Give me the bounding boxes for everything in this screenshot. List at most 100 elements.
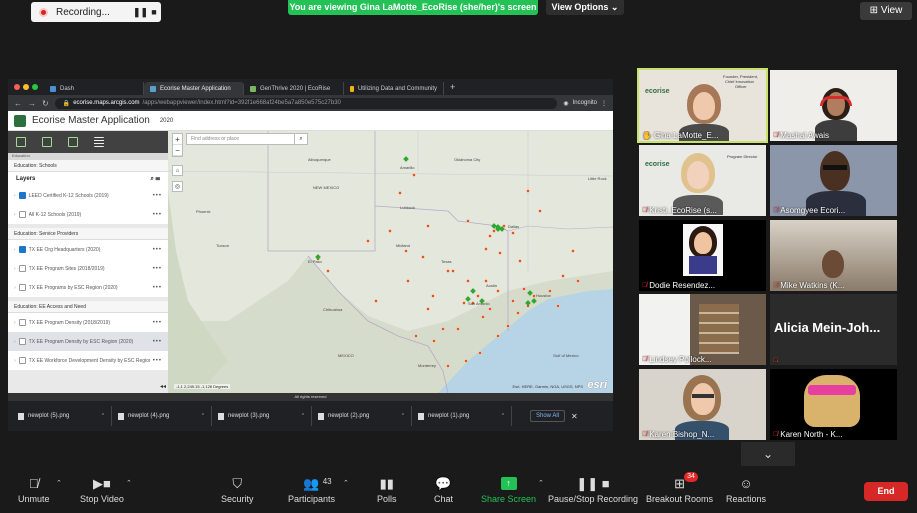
download-item[interactable]: newplot (5).png ⌃ (12, 406, 112, 426)
chat-button[interactable]: 💬 Chat (434, 474, 453, 504)
participant-tile[interactable]: 🎙̸ Mike Watkins (K... (770, 220, 897, 291)
program-site-point[interactable] (456, 327, 460, 331)
locate-icon[interactable]: ◎ (172, 181, 183, 192)
browser-tab[interactable]: Dash (44, 82, 144, 95)
program-site-point[interactable] (496, 289, 500, 293)
layer-row[interactable]: › TX EE Program Density (2018/2019) ••• (8, 313, 168, 332)
program-site-point[interactable] (464, 359, 468, 363)
layer-row[interactable]: › TX EE Org Headquarters (2020) ••• (8, 240, 168, 259)
layer-checkbox[interactable] (18, 192, 26, 199)
program-site-point[interactable] (412, 173, 416, 177)
program-site-point[interactable] (522, 287, 526, 291)
reload-icon[interactable]: ↻ (42, 99, 49, 108)
layer-checkbox[interactable] (18, 211, 26, 218)
back-icon[interactable]: ← (14, 99, 22, 108)
program-site-point[interactable] (481, 315, 485, 319)
expand-caret-icon[interactable]: › (14, 212, 16, 218)
browser-tab[interactable]: Utilizing Data and Community (344, 82, 444, 95)
zoom-out-icon[interactable]: − (173, 145, 182, 156)
polls-button[interactable]: ▮▮ Polls (377, 474, 397, 504)
expand-caret-icon[interactable]: › (14, 285, 16, 291)
more-options-icon[interactable]: ••• (153, 193, 162, 199)
view-button[interactable]: ⊞ View (860, 2, 912, 20)
security-button[interactable]: ⛉ Security (221, 474, 254, 504)
expand-caret-icon[interactable]: › (14, 358, 16, 364)
participant-tile[interactable]: 🎙̸ Karen North - K... (770, 369, 897, 440)
unmute-button[interactable]: 🎙̸ Unmute (18, 474, 50, 504)
program-site-point[interactable] (466, 279, 470, 283)
program-site-point[interactable] (404, 249, 408, 253)
map-search-input[interactable]: Find address or place (186, 133, 306, 145)
search-icon[interactable]: ⌕ (294, 133, 308, 145)
view-options-button[interactable]: View Options ⌄ (546, 0, 624, 15)
reactions-button[interactable]: ☺ Reactions (726, 474, 766, 504)
participant-tile[interactable]: ecorise Founder, President, Chief Innova… (637, 68, 768, 143)
program-site-point[interactable] (488, 234, 492, 238)
program-site-point[interactable] (466, 219, 470, 223)
program-site-point[interactable] (561, 274, 565, 278)
layer-checkbox[interactable] (18, 246, 26, 253)
end-meeting-button[interactable]: End (864, 482, 908, 501)
browser-tab[interactable]: GenThrive 2020 | EcoRise (244, 82, 344, 95)
program-site-point[interactable] (484, 247, 488, 251)
share-options-caret-icon[interactable]: ⌃ (538, 479, 544, 487)
participant-tile[interactable]: 🎙̸ Mashal Awais (770, 70, 897, 141)
program-site-point[interactable] (446, 364, 450, 368)
chevron-up-icon[interactable]: ⌃ (101, 413, 105, 419)
program-site-point[interactable] (366, 239, 370, 243)
program-site-point[interactable] (406, 279, 410, 283)
video-options-caret-icon[interactable]: ⌃ (126, 479, 132, 487)
expand-caret-icon[interactable]: › (14, 339, 16, 345)
layer-row[interactable]: › LEED Certified K-12 Schools (2019) ••• (8, 186, 168, 205)
expand-caret-icon[interactable]: › (14, 193, 16, 199)
program-site-point[interactable] (498, 251, 502, 255)
program-site-point[interactable] (496, 334, 500, 338)
collapse-panel-icon[interactable]: ◂◂ (160, 383, 166, 390)
layer-checkbox[interactable] (18, 338, 26, 345)
zoom-in-icon[interactable]: + (173, 134, 182, 145)
participants-button[interactable]: 👥 43 Participants (288, 474, 335, 504)
chevron-up-icon[interactable]: ⌃ (201, 413, 205, 419)
show-all-downloads-button[interactable]: Show All (530, 410, 566, 422)
layer-checkbox[interactable] (18, 284, 26, 291)
pause-recording-icon[interactable]: ❚❚ (133, 7, 148, 18)
record-button[interactable]: ❚❚ ■ Pause/Stop Recording (548, 474, 638, 504)
program-site-point[interactable] (414, 334, 418, 338)
basemap-tool-icon[interactable] (68, 137, 78, 147)
menu-dots-icon[interactable]: ⋮ (601, 100, 607, 107)
program-site-point[interactable] (518, 259, 522, 263)
download-item[interactable]: newplot (3).png ⌃ (212, 406, 312, 426)
more-options-icon[interactable]: ••• (153, 247, 162, 253)
legend-tool-icon[interactable] (42, 137, 52, 147)
program-site-point[interactable] (431, 294, 435, 298)
program-site-point[interactable] (398, 191, 402, 195)
audio-options-caret-icon[interactable]: ⌃ (56, 479, 62, 487)
participant-tile[interactable]: 🎙̸ Karen Bishop_N... (639, 369, 766, 440)
address-bar[interactable]: 🔒 ecorise.maps.arcgis.com/apps/webappvie… (54, 97, 558, 109)
program-site-point[interactable] (441, 327, 445, 331)
program-site-point[interactable] (326, 269, 330, 273)
forward-icon[interactable]: → (28, 99, 36, 108)
stop-recording-icon[interactable]: ■ (147, 7, 161, 17)
program-site-point[interactable] (538, 209, 542, 213)
breakout-rooms-button[interactable]: ⊞ 34 Breakout Rooms (646, 472, 713, 504)
chevron-up-icon[interactable]: ⌃ (301, 413, 305, 419)
more-options-icon[interactable]: ••• (153, 266, 162, 272)
program-site-point[interactable] (488, 307, 492, 311)
program-site-point[interactable] (556, 304, 560, 308)
stop-video-button[interactable]: ▶■ Stop Video (80, 474, 124, 504)
program-site-point[interactable] (426, 224, 430, 228)
program-site-point[interactable] (446, 269, 450, 273)
expand-caret-icon[interactable]: › (14, 320, 16, 326)
program-site-point[interactable] (526, 189, 530, 193)
program-site-point[interactable] (516, 311, 520, 315)
browser-tab-active[interactable]: Ecorise Master Application (144, 82, 244, 95)
layer-row[interactable]: › TX EE Program Density by ESC Region (20… (8, 332, 168, 351)
layer-row[interactable]: › All K-12 Schools (2019) ••• (8, 205, 168, 224)
more-options-icon[interactable]: ••• (153, 358, 162, 364)
map-view[interactable]: + − ⌂ ◎ Find address or place ⌕ Albuquer… (168, 131, 613, 393)
share-screen-button[interactable]: ↑ Share Screen (481, 474, 536, 504)
download-item[interactable]: newplot (2).png ⌃ (312, 406, 412, 426)
close-window-icon[interactable] (14, 84, 20, 90)
program-site-point[interactable] (426, 307, 430, 311)
